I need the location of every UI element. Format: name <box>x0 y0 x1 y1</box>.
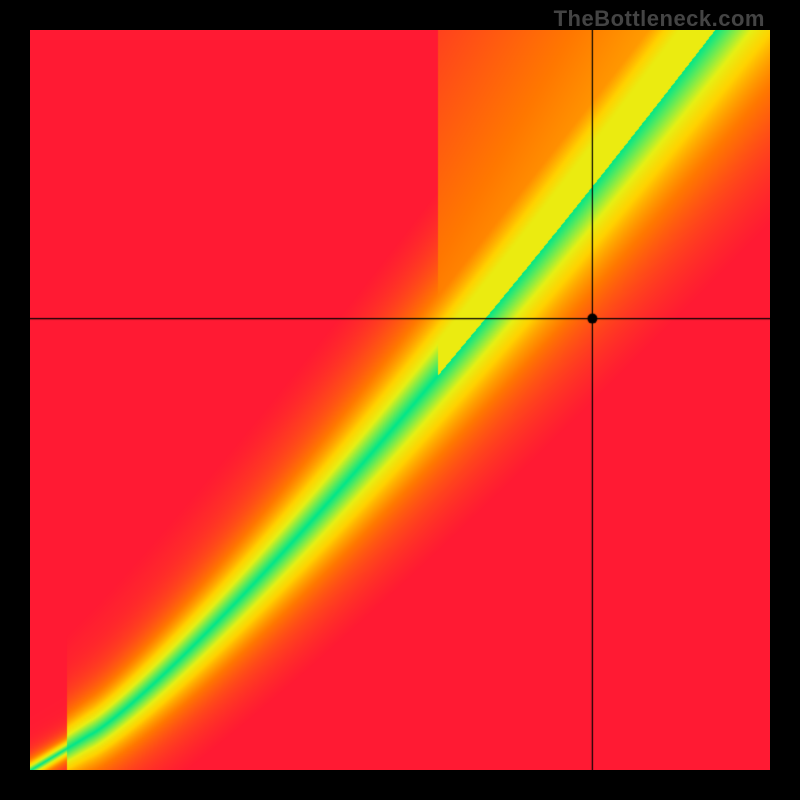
watermark-text: TheBottleneck.com <box>554 6 765 32</box>
bottleneck-heatmap <box>30 30 770 770</box>
